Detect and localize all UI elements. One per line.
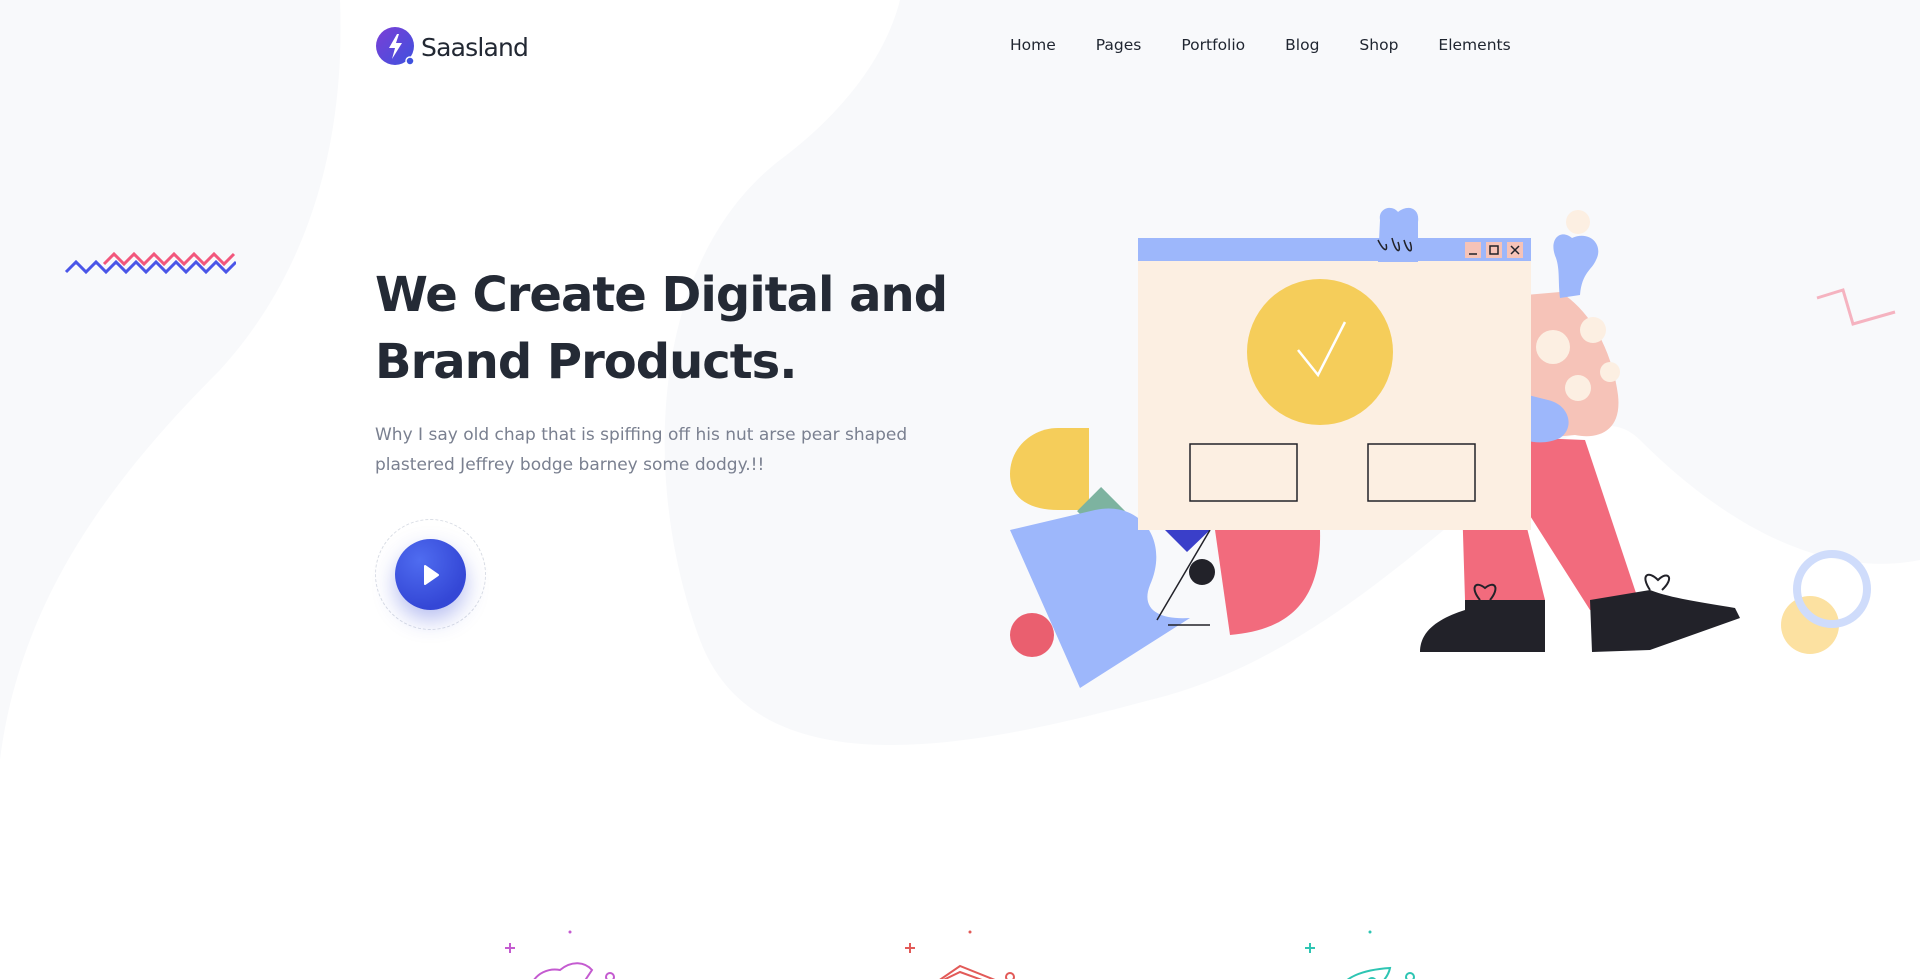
left-shoe [1420, 600, 1545, 652]
brand-name: Saasland [421, 32, 529, 62]
nav-item-blog[interactable]: Blog [1285, 36, 1319, 54]
main-nav: Home Pages Portfolio Blog Shop Elements [1010, 36, 1551, 54]
play-video-button[interactable] [395, 539, 466, 610]
zigzag-decoration [64, 251, 236, 275]
nav-item-pages[interactable]: Pages [1096, 36, 1142, 54]
nav-item-shop[interactable]: Shop [1359, 36, 1398, 54]
logo[interactable]: Saasland [375, 26, 529, 68]
ring-decoration [1781, 550, 1871, 654]
site-header: Saasland Home Pages Portfolio Blog Shop … [0, 0, 1920, 94]
play-icon [423, 564, 439, 585]
hero-illustration [1010, 207, 1740, 688]
rocket-gear-icon [505, 930, 615, 979]
dark-dot-shape [1189, 559, 1215, 585]
pink-zigzag-decoration [1816, 288, 1896, 326]
hero-description-line-2: plastered Jeffrey bodge barney some dodg… [375, 455, 765, 475]
check-circle [1247, 279, 1393, 425]
character-hand-top [1553, 234, 1599, 298]
right-shoe [1590, 590, 1740, 652]
cube-icon [905, 930, 1015, 979]
nav-item-portfolio[interactable]: Portfolio [1181, 36, 1245, 54]
hero-description: Why I say old chap that is spiffing off … [375, 420, 955, 480]
rocket-icon [1305, 930, 1415, 979]
lightning-bolt-icon [375, 26, 417, 68]
hero-description-line-1: Why I say old chap that is spiffing off … [375, 425, 908, 445]
yellow-half-circle-shape [1010, 428, 1089, 510]
hero-title-line-1: We Create Digital and [375, 267, 948, 323]
hero-title-line-2: Brand Products. [375, 334, 797, 390]
lavender-shape [1010, 508, 1190, 688]
red-dot-shape [1010, 613, 1054, 657]
hero-title: We Create Digital and Brand Products. [375, 262, 995, 396]
nav-item-home[interactable]: Home [1010, 36, 1056, 54]
page: Saasland Home Pages Portfolio Blog Shop … [0, 0, 1920, 979]
nav-item-elements[interactable]: Elements [1438, 36, 1510, 54]
features-section [0, 920, 1920, 979]
pink-half-circle-shape [1215, 530, 1321, 635]
